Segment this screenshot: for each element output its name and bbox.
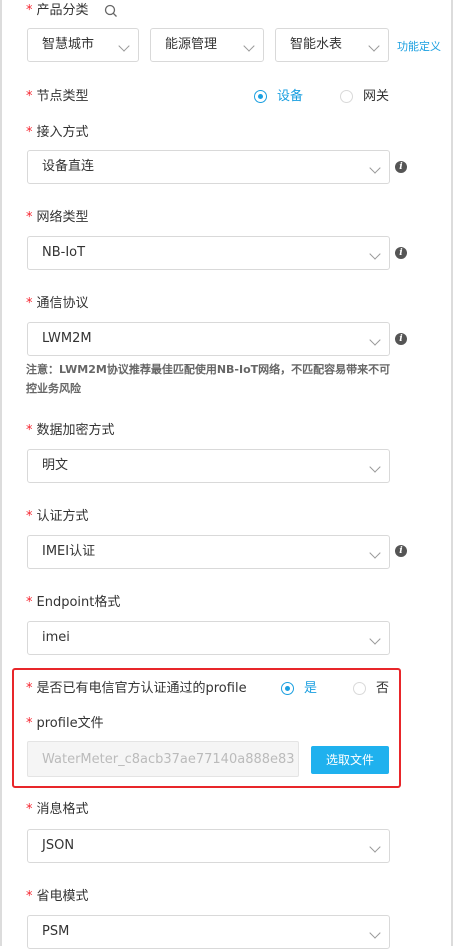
node-type-gateway-radio[interactable]	[340, 90, 353, 103]
category-select-2[interactable]: 能源管理	[150, 28, 264, 62]
chevron-down-icon	[243, 40, 255, 52]
endpoint-label: * Endpoint格式	[26, 595, 121, 610]
protocol-label: * 通信协议	[26, 296, 89, 311]
profile-certified-no-radio[interactable]	[353, 682, 366, 695]
profile-file-input[interactable]: WaterMeter_c8acb37ae77140a888e83	[27, 741, 299, 777]
chevron-down-icon	[369, 334, 381, 346]
category-select-3-value: 智能水表	[290, 37, 343, 52]
info-icon[interactable]: i	[395, 333, 407, 345]
info-icon[interactable]: i	[395, 545, 407, 557]
node-type-device-radio[interactable]	[254, 90, 267, 103]
message-format-select[interactable]: JSON	[27, 829, 390, 863]
network-type-value: NB-IoT	[42, 245, 86, 260]
category-select-2-value: 能源管理	[165, 37, 218, 52]
profile-file-name: WaterMeter_c8acb37ae77140a888e83	[42, 752, 295, 767]
chevron-down-icon	[369, 633, 381, 645]
choose-file-button[interactable]: 选取文件	[311, 746, 389, 774]
info-icon[interactable]: i	[395, 247, 407, 259]
profile-certified-label: * 是否已有电信官方认证通过的profile	[26, 681, 247, 696]
chevron-down-icon	[369, 248, 381, 260]
auth-value: IMEI认证	[42, 544, 96, 559]
chevron-down-icon	[369, 162, 381, 174]
encryption-select[interactable]: 明文	[27, 449, 390, 483]
search-icon[interactable]	[104, 4, 118, 18]
node-type-gateway-label[interactable]: 网关	[363, 89, 389, 105]
profile-certified-yes-radio[interactable]	[281, 682, 294, 695]
chevron-down-icon	[369, 461, 381, 473]
info-icon[interactable]: i	[395, 161, 407, 173]
chevron-down-icon	[369, 927, 381, 939]
encryption-label: * 数据加密方式	[26, 423, 115, 438]
network-type-select[interactable]: NB-IoT	[27, 236, 390, 270]
product-category-label: * 产品分类	[26, 3, 89, 18]
access-method-value: 设备直连	[42, 159, 95, 174]
chevron-down-icon	[369, 841, 381, 853]
auth-label: * 认证方式	[26, 509, 89, 524]
power-mode-select[interactable]: PSM	[27, 915, 390, 949]
endpoint-select[interactable]: imei	[27, 621, 390, 655]
encryption-value: 明文	[42, 458, 69, 473]
chevron-down-icon	[118, 40, 130, 52]
category-select-3[interactable]: 智能水表	[275, 28, 389, 62]
profile-file-label: * profile文件	[26, 716, 104, 731]
profile-certified-yes-label[interactable]: 是	[304, 681, 317, 697]
category-select-1-value: 智慧城市	[42, 37, 95, 52]
protocol-warning-note: 注意：LWM2M协议推荐最佳匹配使用NB-IoT网络，不匹配容易带来不可控业务风…	[26, 363, 391, 395]
message-format-value: JSON	[42, 838, 75, 853]
network-type-label: * 网络类型	[26, 210, 89, 225]
node-type-device-label[interactable]: 设备	[277, 89, 303, 105]
function-definition-link[interactable]: 功能定义	[397, 38, 441, 54]
access-method-label: * 接入方式	[26, 125, 89, 140]
endpoint-value: imei	[42, 630, 70, 645]
power-mode-label: * 省电模式	[26, 889, 89, 904]
node-type-label: * 节点类型	[26, 89, 89, 104]
protocol-select[interactable]: LWM2M	[27, 322, 390, 356]
message-format-label: * 消息格式	[26, 802, 89, 817]
chevron-down-icon	[368, 40, 380, 52]
protocol-value: LWM2M	[42, 331, 92, 346]
category-select-1[interactable]: 智慧城市	[27, 28, 139, 62]
chevron-down-icon	[369, 547, 381, 559]
power-mode-value: PSM	[42, 924, 70, 939]
access-method-select[interactable]: 设备直连	[27, 150, 390, 184]
panel-left-edge	[0, 0, 2, 946]
profile-certified-no-label[interactable]: 否	[376, 681, 389, 697]
auth-select[interactable]: IMEI认证	[27, 535, 390, 569]
